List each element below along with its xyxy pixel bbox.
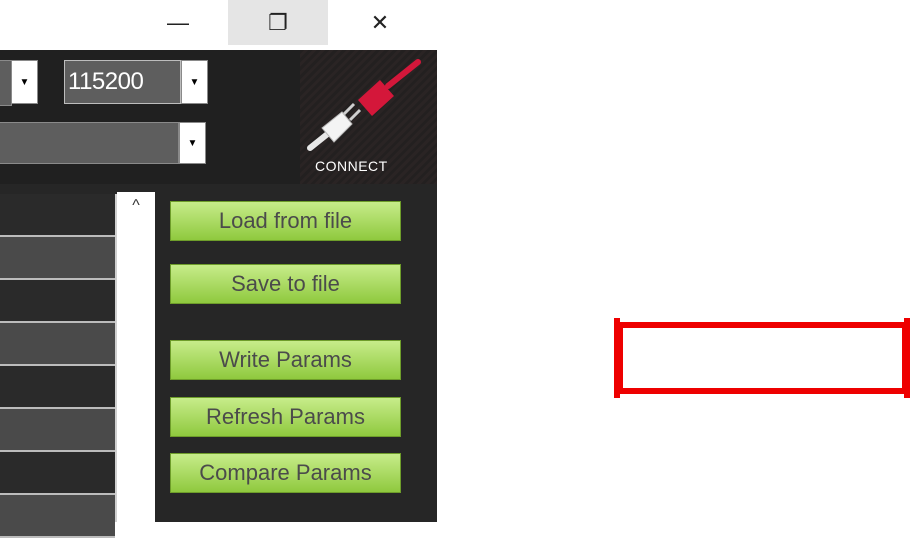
table-row[interactable]: [0, 194, 115, 237]
baud-dropdown-button[interactable]: ▼: [181, 60, 208, 104]
connect-label: CONNECT: [315, 158, 388, 174]
title-bar: — ❐ ✕: [0, 0, 437, 50]
refresh-params-button[interactable]: Refresh Params: [170, 397, 401, 437]
chevron-down-icon: ▼: [19, 76, 30, 88]
vehicle-dropdown-button[interactable]: ▼: [179, 122, 206, 164]
highlight-box-edge-left: [614, 318, 620, 398]
vehicle-combo[interactable]: [0, 122, 179, 164]
write-params-button[interactable]: Write Params: [170, 340, 401, 380]
baud-rate-combo[interactable]: 115200: [64, 60, 181, 104]
restore-icon: ❐: [268, 9, 288, 35]
table-row[interactable]: [0, 323, 115, 366]
port-dropdown-button[interactable]: ▼: [11, 60, 38, 104]
chevron-down-icon: ▼: [187, 137, 198, 149]
table-row[interactable]: [0, 237, 115, 280]
load-from-file-button[interactable]: Load from file: [170, 201, 401, 241]
connect-button[interactable]: CONNECT: [300, 50, 437, 184]
connection-toolbar: ▼ 115200 ▼ ▼ CONNECT: [0, 50, 437, 184]
table-row[interactable]: [0, 495, 115, 538]
close-button[interactable]: ✕: [330, 0, 430, 45]
close-icon: ✕: [370, 9, 390, 35]
scroll-up-button[interactable]: ^: [117, 192, 155, 220]
restore-button[interactable]: ❐: [228, 0, 328, 45]
table-row[interactable]: [0, 366, 115, 409]
compare-params-button[interactable]: Compare Params: [170, 453, 401, 493]
plug-icon: [307, 59, 421, 151]
minimize-button[interactable]: —: [128, 0, 228, 45]
highlight-box: [617, 322, 908, 394]
chevron-down-icon: ▼: [189, 76, 200, 88]
params-grid[interactable]: [0, 194, 117, 538]
chevron-up-icon: ^: [132, 197, 140, 214]
table-row[interactable]: [0, 280, 115, 323]
params-panel: ^ Load from file Save to file Write Para…: [0, 184, 437, 538]
highlight-box-edge-right: [904, 318, 910, 398]
table-row[interactable]: [0, 452, 115, 495]
minimize-icon: —: [167, 9, 189, 35]
save-to-file-button[interactable]: Save to file: [170, 264, 401, 304]
table-row[interactable]: [0, 409, 115, 452]
grid-scrollbar[interactable]: ^: [117, 192, 155, 522]
